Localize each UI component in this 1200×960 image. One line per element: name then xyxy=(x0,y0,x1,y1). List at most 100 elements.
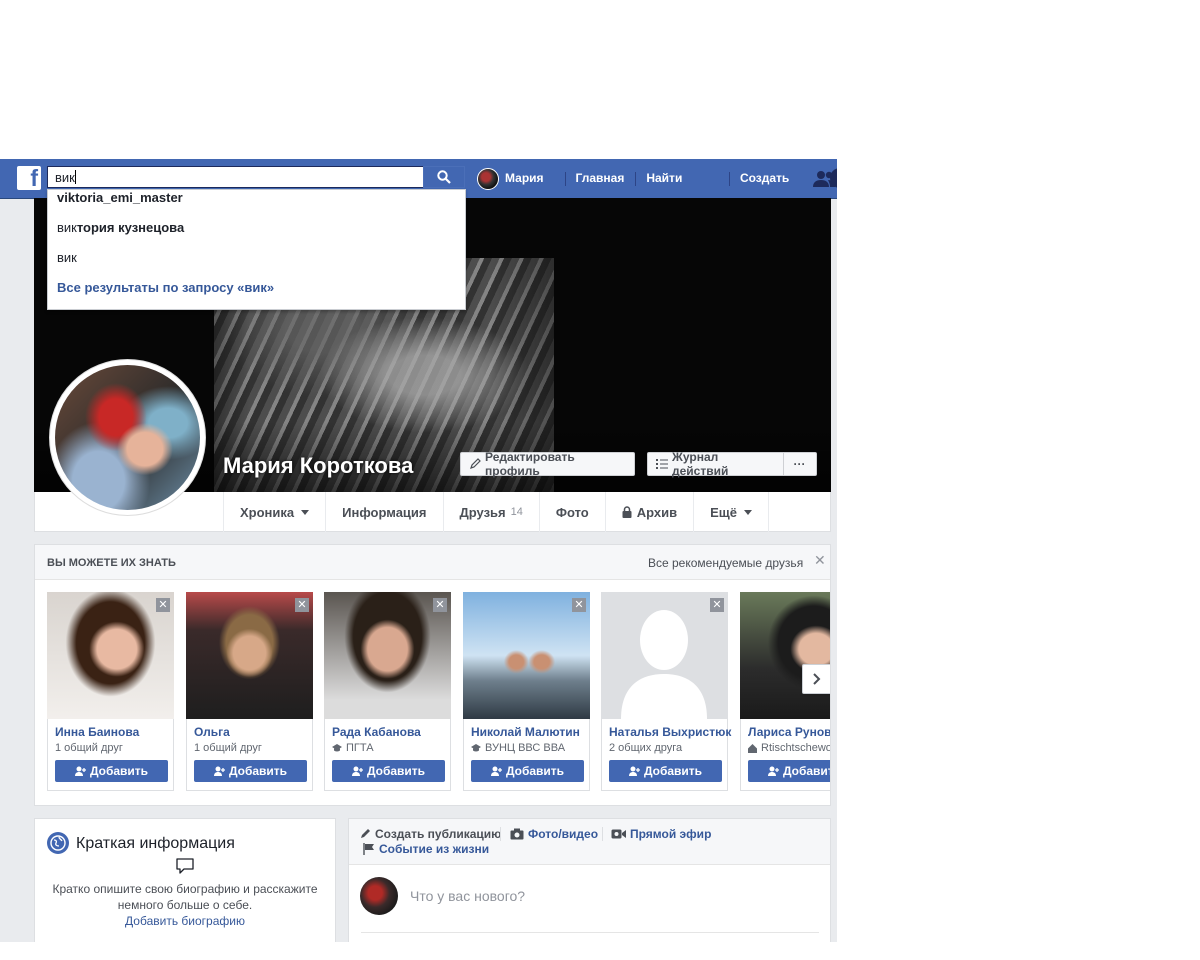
suggestion-name[interactable]: Рада Кабанова xyxy=(332,725,450,739)
suggestion-info: 2 общих друга xyxy=(609,742,683,754)
speech-bubble-icon xyxy=(175,857,195,880)
add-friend-button[interactable]: Добавить xyxy=(332,760,445,782)
suggestion-name[interactable]: Николай Малютин xyxy=(471,725,589,739)
suggestion-info: 1 общий друг xyxy=(55,742,123,754)
photo-video-tab[interactable]: Фото/видео xyxy=(510,827,598,841)
search-button[interactable] xyxy=(423,166,465,188)
suggestion-card: ✕ Рада Кабанова ПГТА Добавить xyxy=(324,592,451,791)
suggestion-info: ПГТА xyxy=(332,742,450,754)
avatar xyxy=(477,167,499,190)
tab-photos[interactable]: Фото xyxy=(538,492,605,532)
people-you-may-know: ВЫ МОЖЕТЕ ИХ ЗНАТЬ Все рекомендуемые дру… xyxy=(34,544,831,806)
tab-more[interactable]: Ещё xyxy=(693,492,769,532)
next-button[interactable] xyxy=(802,664,830,694)
life-event-tab[interactable]: Событие из жизни xyxy=(363,842,489,856)
add-friend-icon xyxy=(351,766,363,776)
nav-home[interactable]: Главная xyxy=(564,159,636,198)
globe-icon xyxy=(47,832,69,854)
add-friend-icon xyxy=(628,766,640,776)
add-friend-icon xyxy=(74,766,86,776)
suggestion-name[interactable]: Инна Баинова xyxy=(55,725,173,739)
edit-profile-button[interactable]: Редактировать профиль xyxy=(460,450,635,478)
add-friend-button[interactable]: Добавить xyxy=(194,760,307,782)
search-suggestion[interactable]: виктория кузнецова xyxy=(48,220,465,250)
add-friend-icon xyxy=(213,766,225,776)
suggestion-info: Rtischtschewo xyxy=(748,742,830,754)
close-icon[interactable]: ✕ xyxy=(710,598,724,612)
pencil-icon xyxy=(361,829,370,838)
more-options-button[interactable]: ··· xyxy=(783,452,817,476)
search-suggestions: viktoria_emi_master виктория кузнецова в… xyxy=(47,189,466,310)
suggestion-info: 1 общий друг xyxy=(194,742,262,754)
suggestion-photo[interactable] xyxy=(740,592,830,719)
profile-name[interactable]: Мария Короткова xyxy=(223,453,413,479)
education-icon xyxy=(471,744,481,752)
add-bio-link[interactable]: Добавить биографию xyxy=(35,914,335,928)
profile-photo xyxy=(55,365,200,510)
chevron-down-icon xyxy=(744,509,752,515)
tab-about[interactable]: Информация xyxy=(325,492,442,532)
intro-panel: Краткая информация Кратко опишите свою б… xyxy=(34,818,336,942)
nav-create[interactable]: Создать xyxy=(728,159,800,198)
suggestion-card: ✕ Ольга 1 общий друг Добавить xyxy=(186,592,313,791)
all-results-link[interactable]: Все результаты по запросу «вик» xyxy=(48,280,465,310)
add-friend-button[interactable]: Добавить xyxy=(55,760,168,782)
tab-timeline[interactable]: Хроника xyxy=(223,492,325,532)
close-icon[interactable]: ✕ xyxy=(156,598,170,612)
home-icon xyxy=(748,743,757,753)
add-friend-icon xyxy=(767,766,779,776)
all-suggestions-link[interactable]: Все рекомендуемые друзья xyxy=(648,556,803,570)
close-icon[interactable]: ✕ xyxy=(433,598,447,612)
suggestion-photo[interactable]: ✕ xyxy=(601,592,728,719)
suggestion-photo[interactable]: ✕ xyxy=(463,592,590,719)
section-title: ВЫ МОЖЕТЕ ИХ ЗНАТЬ xyxy=(47,557,176,569)
search-suggestion[interactable]: viktoria_emi_master xyxy=(48,190,465,220)
chevron-right-icon xyxy=(813,673,821,685)
suggestion-card: ✕ Инна Баинова 1 общий друг Добавить xyxy=(47,592,174,791)
nav-user-name: Мария xyxy=(505,171,544,185)
list-icon xyxy=(656,459,668,469)
suggestion-info: ВУНЦ ВВС ВВА xyxy=(471,742,589,754)
flag-icon xyxy=(363,843,374,855)
top-nav: Мария Главная Найти друзей Создать xyxy=(473,159,837,224)
post-input[interactable]: Что у вас нового? xyxy=(410,888,525,904)
live-video-tab[interactable]: Прямой эфир xyxy=(611,827,711,841)
intro-title: Краткая информация xyxy=(76,835,235,852)
chevron-down-icon xyxy=(301,509,310,515)
nav-find-friends[interactable]: Найти друзей xyxy=(635,159,729,224)
close-icon[interactable]: ✕ xyxy=(572,598,586,612)
tab-friends[interactable]: Друзья 14 xyxy=(442,492,539,532)
close-icon[interactable]: ✕ xyxy=(814,553,826,569)
close-icon[interactable]: ✕ xyxy=(295,598,309,612)
suggestion-photo[interactable]: ✕ xyxy=(324,592,451,719)
video-camera-icon xyxy=(611,829,626,839)
suggestion-photo[interactable]: ✕ xyxy=(186,592,313,719)
add-friend-button[interactable]: Добавить xyxy=(609,760,722,782)
avatar[interactable] xyxy=(360,877,398,915)
create-post-tab[interactable]: Создать публикацию xyxy=(359,827,501,841)
suggestion-name[interactable]: Ольга xyxy=(194,725,312,739)
activity-log-button[interactable]: Журнал действий xyxy=(647,450,783,478)
default-avatar-icon xyxy=(621,610,707,719)
post-composer: Создать публикацию Фото/видео Прямой эфи… xyxy=(348,818,831,942)
suggestion-photo[interactable]: ✕ xyxy=(47,592,174,719)
tab-archive[interactable]: Архив xyxy=(604,492,693,532)
education-icon xyxy=(332,744,342,752)
lock-icon xyxy=(622,506,632,518)
friends-count: 14 xyxy=(510,506,523,518)
suggestion-name[interactable]: Лариса Рунова xyxy=(748,725,830,739)
search-suggestion[interactable]: вик xyxy=(48,250,465,280)
intro-description: Кратко опишите свою биографию и расскажи… xyxy=(52,882,318,912)
add-friend-button[interactable]: Добавить xyxy=(471,760,584,782)
add-friend-icon xyxy=(490,766,502,776)
suggestion-name[interactable]: Наталья Выхристюк xyxy=(609,725,731,739)
facebook-logo-icon[interactable]: f xyxy=(17,165,41,191)
search-icon xyxy=(437,170,451,184)
add-friend-button[interactable]: Добавить xyxy=(748,760,830,782)
suggestion-card: ✕ Николай Малютин ВУНЦ ВВС ВВА Добавить xyxy=(463,592,590,791)
suggestion-card: ✕ Наталья Выхристюк 2 общих друга Добави… xyxy=(601,592,731,791)
search-input[interactable]: вик xyxy=(47,166,423,188)
profile-picture[interactable] xyxy=(49,359,206,516)
nav-profile-link[interactable]: Мария xyxy=(473,159,565,198)
pencil-icon xyxy=(470,458,481,469)
